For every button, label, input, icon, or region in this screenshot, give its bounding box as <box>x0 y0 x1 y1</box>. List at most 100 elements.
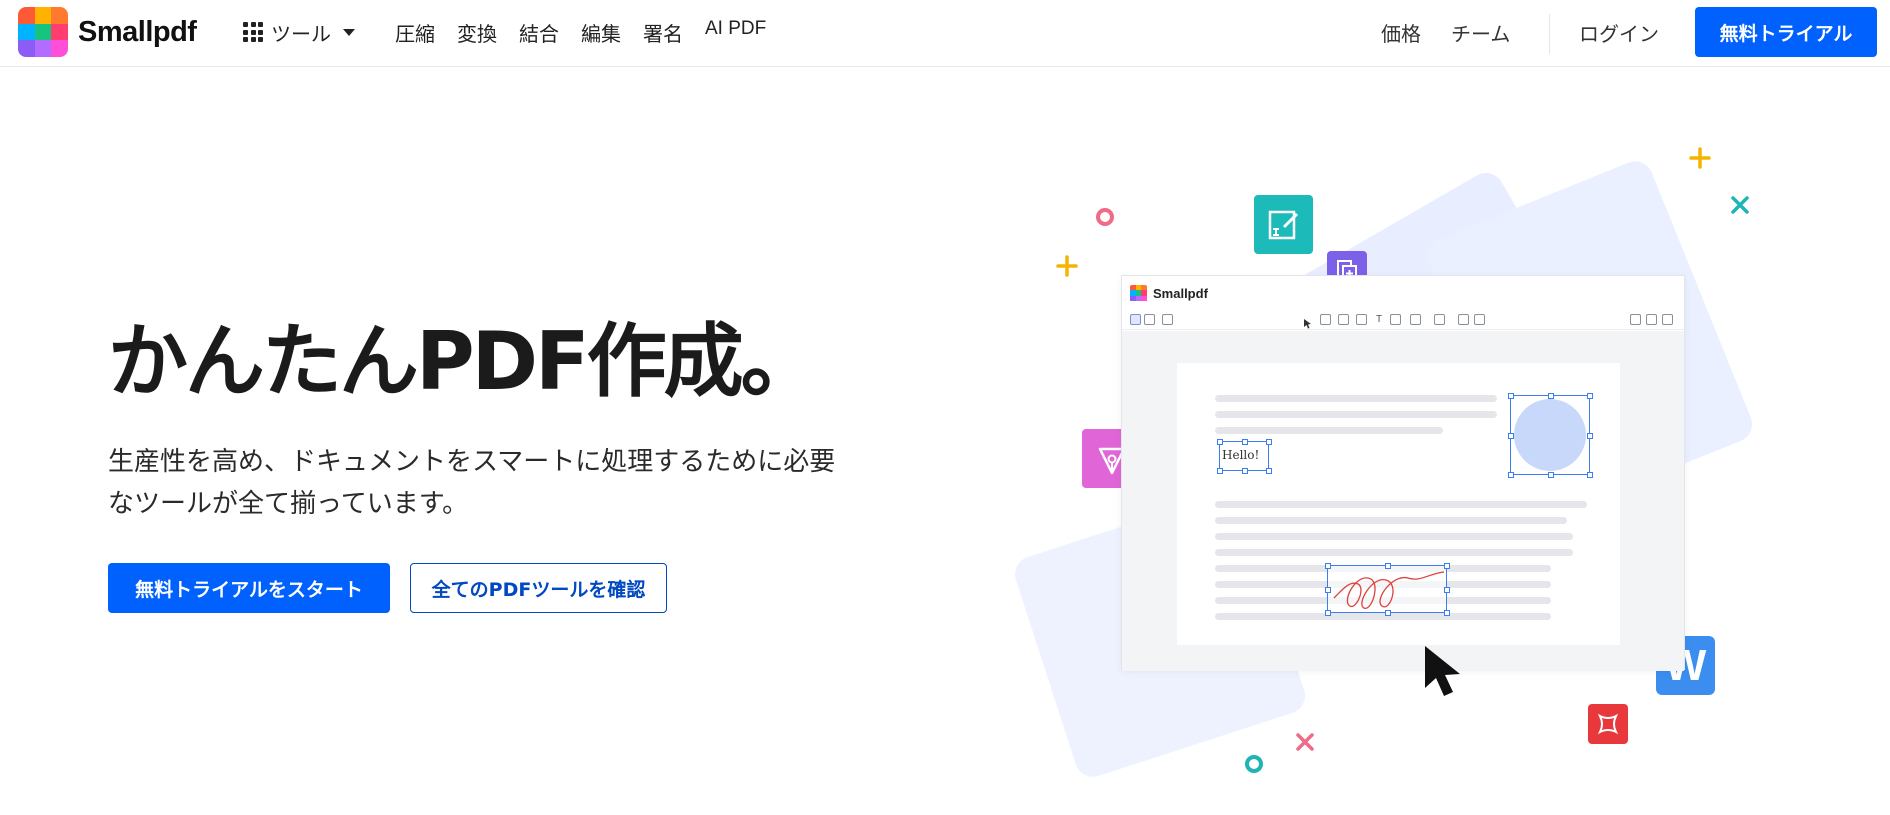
nav-pricing[interactable]: 価格 <box>1381 18 1421 47</box>
selection-handle <box>1217 468 1223 474</box>
selection-handle <box>1587 393 1593 399</box>
selection-handle <box>1385 563 1391 569</box>
text-line <box>1215 533 1573 540</box>
brand-name: Smallpdf <box>78 15 197 48</box>
selection-handle <box>1548 393 1554 399</box>
selection-handle <box>1266 468 1272 474</box>
text-annotation-selection: Hello! <box>1217 439 1272 474</box>
selection-handle <box>1385 610 1391 616</box>
mouse-cursor-icon <box>1425 646 1460 696</box>
signature-selection <box>1325 563 1450 616</box>
selection-handle <box>1587 433 1593 439</box>
undo-icon <box>1630 314 1641 325</box>
nav-edit[interactable]: 編集 <box>581 18 621 47</box>
logo-tile <box>34 23 52 41</box>
nav-merge[interactable]: 結合 <box>519 18 559 47</box>
free-trial-button[interactable]: 無料トライアル <box>1695 7 1877 57</box>
sign-tool-icon <box>1474 314 1485 325</box>
main-nav: 圧縮 変換 結合 編集 署名 AI PDF <box>395 18 766 47</box>
ring-decoration-icon <box>1096 208 1114 226</box>
logo-tile <box>34 7 52 24</box>
sidebar-icon <box>1162 314 1173 325</box>
selection-handle <box>1444 587 1450 593</box>
login-link[interactable]: ログイン <box>1579 18 1659 47</box>
redo-icon <box>1646 314 1657 325</box>
tools-menu-button[interactable]: ツール <box>243 16 355 48</box>
logo-tile <box>51 7 68 24</box>
logo-tile <box>1141 295 1147 302</box>
nav-convert[interactable]: 変換 <box>457 18 497 47</box>
hero-subtitle-line-2: なツールが全て揃っています。 <box>108 489 469 519</box>
hero-subtitle: 生産性を高め、ドキュメントをスマートに処理するために必要 なツールが全て揃ってい… <box>108 441 908 525</box>
smallpdf-logo-icon <box>18 7 68 57</box>
editor-toolbar: T <box>1122 310 1684 330</box>
crop-shape-icon <box>1588 704 1628 744</box>
edit-pdf-icon <box>1254 195 1313 254</box>
pdf-page: Hello! <box>1177 363 1620 645</box>
logo-tile <box>51 23 68 41</box>
selection-handle <box>1508 433 1514 439</box>
highlighter-tool-icon <box>1338 314 1349 325</box>
image-tool-icon <box>1390 314 1401 325</box>
text-line <box>1215 501 1587 508</box>
selection-handle <box>1242 439 1248 445</box>
apps-grid-icon <box>243 22 263 42</box>
editor-brand-name: Smallpdf <box>1153 285 1208 301</box>
selection-handle <box>1548 472 1554 478</box>
nav-team[interactable]: チーム <box>1451 18 1510 47</box>
selection-handle <box>1217 439 1223 445</box>
editor-header: Smallpdf <box>1122 276 1684 310</box>
cross-decoration-icon <box>1731 196 1749 214</box>
selection-handle <box>1325 587 1331 593</box>
pen-tool-icon <box>1320 314 1331 325</box>
text-line <box>1215 613 1551 620</box>
select-tool-icon <box>1302 314 1313 329</box>
smallpdf-logo-icon <box>1130 284 1147 302</box>
view-all-tools-button[interactable]: 全てのPDFツールを確認 <box>410 563 667 613</box>
circle-shape <box>1514 399 1586 471</box>
selection-handle <box>1242 468 1248 474</box>
selection-handle <box>1587 472 1593 478</box>
text-line <box>1215 517 1567 524</box>
grid-view-icon <box>1144 314 1155 325</box>
nav-sign[interactable]: 署名 <box>643 18 683 47</box>
plus-decoration-icon <box>1056 255 1078 277</box>
pdf-editor-mockup: Smallpdf T Hello! <box>1121 275 1685 671</box>
selection-handle <box>1266 439 1272 445</box>
top-navbar: Smallpdf ツール 圧縮 変換 結合 編集 署名 AI PDF 価格 チー… <box>0 0 1890 67</box>
signature-scribble <box>1333 571 1445 609</box>
logo-tile <box>34 40 52 57</box>
thumbnail-view-icon <box>1130 314 1141 325</box>
header-divider <box>1549 14 1550 54</box>
selection-handle <box>1325 563 1331 569</box>
text-line <box>1215 395 1497 402</box>
marker-tool-icon <box>1356 314 1367 325</box>
selection-handle <box>1508 472 1514 478</box>
ring-decoration-icon <box>1245 755 1263 773</box>
hero-subtitle-line-1: 生産性を高め、ドキュメントをスマートに処理するために必要 <box>108 447 836 477</box>
shape-annotation-selection <box>1508 393 1593 478</box>
selection-handle <box>1444 610 1450 616</box>
nav-compress[interactable]: 圧縮 <box>395 18 435 47</box>
text-line <box>1215 549 1573 556</box>
hero-illustration: W Smallpdf T Hello! <box>1000 120 1820 800</box>
start-free-trial-button[interactable]: 無料トライアルをスタート <box>108 563 390 613</box>
chevron-down-icon <box>343 28 355 36</box>
selection-handle <box>1444 563 1450 569</box>
tools-menu-label: ツール <box>271 21 331 46</box>
hero-title: かんたんPDF作成。 <box>108 315 821 408</box>
line-tool-icon <box>1434 314 1445 325</box>
selection-handle <box>1325 610 1331 616</box>
logo-tile <box>18 23 35 41</box>
cross-decoration-icon <box>1296 733 1314 751</box>
form-tool-icon <box>1458 314 1469 325</box>
nav-ai-pdf[interactable]: AI PDF <box>705 18 766 47</box>
plus-decoration-icon <box>1689 147 1711 169</box>
text-tool-icon: T <box>1376 314 1383 325</box>
editor-canvas: Hello! <box>1122 331 1684 671</box>
brand-logo[interactable]: Smallpdf <box>18 7 197 57</box>
text-line <box>1215 411 1497 418</box>
selection-handle <box>1508 393 1514 399</box>
logo-tile <box>51 40 68 57</box>
search-icon <box>1662 314 1673 325</box>
